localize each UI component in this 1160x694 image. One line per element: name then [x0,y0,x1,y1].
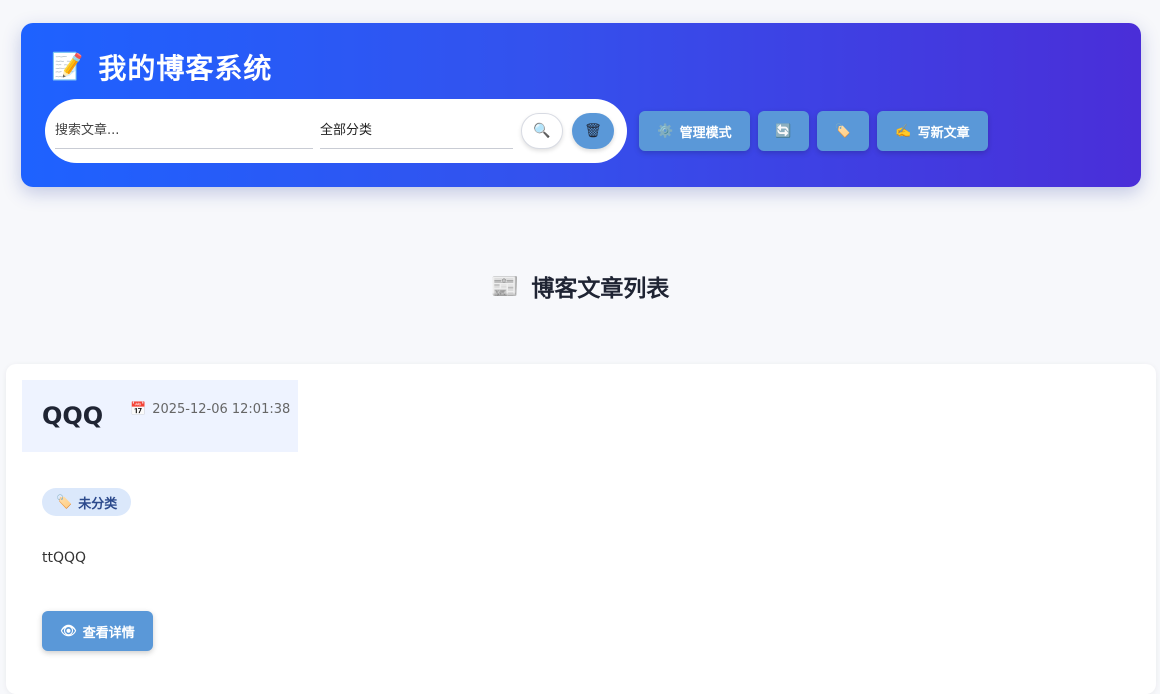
app-title-text: 我的博客系统 [98,52,273,85]
view-details-label: 查看详情 [82,625,135,641]
search-input[interactable] [55,113,313,149]
category-select[interactable]: 全部分类 [320,113,513,149]
calendar-icon: 📅 [130,402,147,417]
post-card-header: QQQ 📅 2025-12-06 12:01:38 [22,380,298,452]
admin-mode-button[interactable]: ⚙️ 管理模式 [639,111,750,151]
app-title: 📝 我的博客系统 [51,47,272,87]
category-badge-text: 未分类 [78,496,118,512]
view-details-button[interactable]: 👁 查看详情 [42,611,153,651]
tags-button[interactable]: 🏷️ [817,111,869,151]
tag-icon: 🏷️ [56,494,73,510]
app-header: 📝 我的博客系统 全部分类 🔍 🗑 ⚙️ 管理模式 🔄 🏷️ ✍️ 写新文章 [21,23,1141,187]
post-date: 📅 2025-12-06 12:01:38 [130,402,290,417]
section-title-text: 博客文章列表 [531,276,670,302]
write-post-button[interactable]: ✍️ 写新文章 [877,111,988,151]
post-card: QQQ 📅 2025-12-06 12:01:38 🏷️ 未分类 ttQQQ 👁… [6,364,1156,694]
writing-hand-icon: ✍️ [895,123,912,139]
eye-icon: 👁 [60,623,77,639]
search-button[interactable]: 🔍 [521,113,563,149]
memo-icon: 📝 [51,52,85,82]
magnifier-icon: 🔍 [533,123,551,139]
tag-icon: 🏷️ [834,123,852,139]
trash-icon: 🗑 [584,123,602,139]
post-date-text: 2025-12-06 12:01:38 [152,402,291,417]
section-title: 📰 博客文章列表 [0,266,1160,306]
refresh-button[interactable]: 🔄 [758,111,809,151]
category-badge: 🏷️ 未分类 [42,488,132,516]
write-post-label: 写新文章 [917,125,970,141]
gear-icon: ⚙️ [657,123,674,139]
clear-button[interactable]: 🗑 [572,113,614,149]
post-excerpt: ttQQQ [42,550,87,566]
refresh-icon: 🔄 [775,123,792,139]
search-bar: 全部分类 🔍 🗑 [45,99,627,163]
newspaper-icon: 📰 [490,273,520,300]
post-title: QQQ [42,402,104,430]
admin-mode-label: 管理模式 [679,125,732,141]
